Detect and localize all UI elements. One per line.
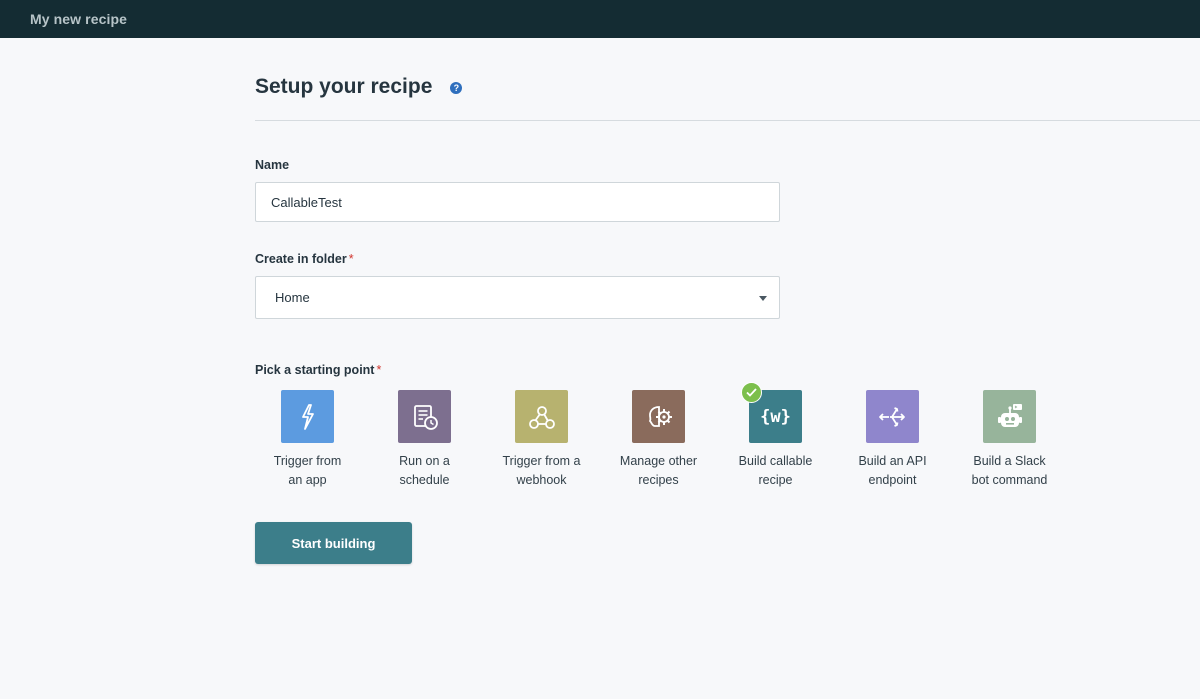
folder-label-text: Create in folder [255,252,347,266]
name-label: Name [255,158,289,172]
start-option-build-slack-bot-command[interactable]: Build a Slack bot command [951,390,1068,490]
required-mark: * [376,363,382,377]
api-endpoint-icon [866,390,919,443]
required-mark: * [348,252,354,266]
start-option-run-on-schedule[interactable]: Run on a schedule [366,390,483,490]
schedule-icon [398,390,451,443]
start-option-build-callable-recipe[interactable]: {w} Build callable recipe [717,382,834,490]
start-option-label: Build callable recipe [738,454,813,487]
starting-point-label-text: Pick a starting point [255,363,375,377]
start-building-button[interactable]: Start building [255,522,412,564]
start-option-trigger-from-webhook[interactable]: Trigger from a webhook [483,390,600,490]
name-label-text: Name [255,158,290,172]
starting-point-label: Pick a starting point * [255,363,381,377]
callable-w-icon: {w} [741,382,802,443]
folder-label: Create in folder * [255,252,354,266]
webhook-icon [515,390,568,443]
help-icon[interactable]: ? [450,82,463,94]
heading-row: Setup your recipe ? [255,75,463,99]
divider [255,120,1200,121]
start-option-label: Run on a schedule [399,454,450,487]
start-option-label: Trigger from a webhook [502,454,581,487]
start-option-label: Trigger from an app [273,454,342,487]
start-option-label: Build a Slack bot command [971,454,1048,487]
start-option-trigger-from-app[interactable]: Trigger from an app [249,390,366,490]
recipe-title[interactable]: My new recipe [30,11,127,27]
folder-select-value: Home [275,290,310,305]
start-option-label: Build an API endpoint [858,454,927,487]
start-option-build-api-endpoint[interactable]: Build an API endpoint [834,390,951,490]
starting-point-options: Trigger from an app Run on a schedule Tr… [249,382,1068,490]
start-option-label: Manage other recipes [619,454,698,487]
bolt-icon [281,390,334,443]
chevron-down-icon [759,296,767,301]
folder-select[interactable]: Home [255,276,780,319]
brain-gear-icon [632,390,685,443]
name-input[interactable]: CallableTest [255,182,780,222]
start-option-manage-other-recipes[interactable]: Manage other recipes [600,390,717,490]
slack-bot-icon [983,390,1036,443]
top-bar: My new recipe [0,0,1200,38]
selected-check-icon [741,382,762,403]
name-input-value: CallableTest [271,194,342,210]
callable-glyph: {w} [760,406,791,427]
page-title: Setup your recipe [255,75,433,98]
